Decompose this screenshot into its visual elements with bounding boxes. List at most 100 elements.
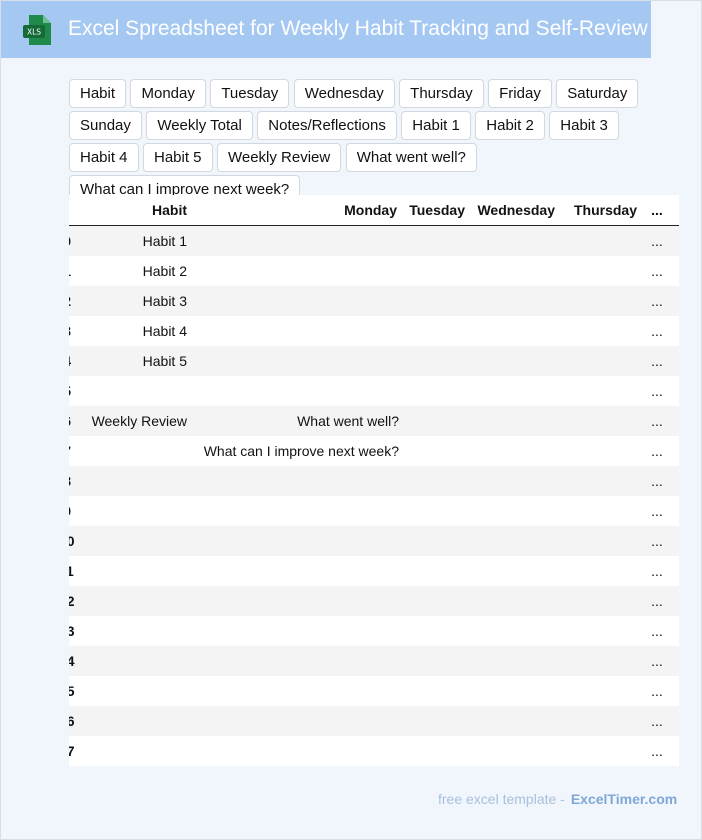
table-cell[interactable] (403, 316, 471, 346)
table-cell[interactable] (403, 616, 471, 646)
table-cell[interactable] (403, 526, 471, 556)
table-cell[interactable] (561, 316, 643, 346)
table-cell[interactable] (73, 376, 193, 406)
table-cell[interactable] (193, 256, 403, 286)
table-cell[interactable] (193, 376, 403, 406)
table-cell[interactable]: ... (643, 496, 671, 526)
table-cell[interactable] (73, 496, 193, 526)
table-cell[interactable] (561, 286, 643, 316)
table-cell[interactable] (471, 706, 561, 736)
table-cell[interactable] (561, 526, 643, 556)
table-cell[interactable] (561, 676, 643, 706)
table-cell[interactable] (471, 316, 561, 346)
table-cell[interactable] (671, 526, 679, 556)
table-cell[interactable] (73, 436, 193, 466)
table-cell[interactable] (193, 676, 403, 706)
column-chip[interactable]: What went well? (345, 143, 477, 172)
column-chip[interactable]: Weekly Total (146, 111, 253, 140)
table-cell[interactable] (471, 646, 561, 676)
table-cell[interactable]: ... (643, 406, 671, 436)
table-cell[interactable] (671, 646, 679, 676)
table-cell[interactable] (403, 736, 471, 766)
table-cell[interactable] (471, 436, 561, 466)
table-cell[interactable] (671, 316, 679, 346)
table-cell[interactable] (471, 556, 561, 586)
column-chip[interactable]: Habit 1 (401, 111, 471, 140)
table-cell[interactable] (561, 256, 643, 286)
table-cell[interactable] (471, 466, 561, 496)
table-cell[interactable] (561, 346, 643, 376)
column-chip[interactable]: Saturday (556, 79, 639, 108)
table-cell[interactable] (671, 225, 679, 256)
table-cell[interactable] (73, 736, 193, 766)
column-chip[interactable]: Sunday (69, 111, 142, 140)
table-cell[interactable] (471, 586, 561, 616)
table-cell[interactable] (561, 646, 643, 676)
table-cell[interactable]: ... (643, 346, 671, 376)
table-cell[interactable] (73, 526, 193, 556)
table-cell[interactable] (471, 736, 561, 766)
table-cell[interactable] (561, 586, 643, 616)
table-cell[interactable] (561, 436, 643, 466)
column-chip[interactable]: Monday (130, 79, 206, 108)
table-cell[interactable] (193, 526, 403, 556)
table-cell[interactable] (471, 286, 561, 316)
table-cell[interactable] (561, 556, 643, 586)
table-cell[interactable] (403, 496, 471, 526)
table-cell[interactable] (671, 616, 679, 646)
table-cell[interactable]: ... (643, 586, 671, 616)
table-cell[interactable] (403, 376, 471, 406)
table-cell[interactable] (471, 496, 561, 526)
footer-brand-link[interactable]: ExcelTimer.com (571, 791, 677, 807)
table-cell[interactable] (193, 646, 403, 676)
table-cell[interactable] (671, 736, 679, 766)
table-cell[interactable]: Habit 4 (73, 316, 193, 346)
table-cell[interactable] (403, 556, 471, 586)
table-cell[interactable] (561, 466, 643, 496)
table-cell[interactable] (471, 676, 561, 706)
column-chip[interactable]: Habit 2 (475, 111, 545, 140)
table-cell[interactable] (403, 406, 471, 436)
table-cell[interactable]: Habit 2 (73, 256, 193, 286)
table-cell[interactable] (403, 646, 471, 676)
table-cell[interactable] (471, 256, 561, 286)
table-cell[interactable] (671, 286, 679, 316)
table-cell[interactable]: ... (643, 616, 671, 646)
table-cell[interactable] (671, 556, 679, 586)
table-cell[interactable] (193, 466, 403, 496)
table-cell[interactable]: What went well? (193, 406, 403, 436)
table-cell[interactable] (471, 526, 561, 556)
table-cell[interactable]: Weekly Review (73, 406, 193, 436)
column-chip[interactable]: Wednesday (293, 79, 395, 108)
table-cell[interactable]: ... (643, 526, 671, 556)
table-cell[interactable] (671, 676, 679, 706)
table-cell[interactable] (193, 346, 403, 376)
table-cell[interactable]: ... (643, 556, 671, 586)
table-cell[interactable] (561, 706, 643, 736)
table-cell[interactable]: Habit 3 (73, 286, 193, 316)
table-cell[interactable]: What can I improve next week? (193, 436, 403, 466)
column-chip[interactable]: Habit 4 (69, 143, 139, 172)
table-cell[interactable] (671, 496, 679, 526)
column-chip[interactable]: Weekly Review (216, 143, 342, 172)
table-cell[interactable] (671, 586, 679, 616)
table-cell[interactable] (671, 406, 679, 436)
table-cell[interactable]: ... (643, 736, 671, 766)
table-cell[interactable] (193, 316, 403, 346)
table-cell[interactable] (671, 376, 679, 406)
table-cell[interactable] (671, 346, 679, 376)
table-cell[interactable] (403, 586, 471, 616)
table-cell[interactable] (471, 346, 561, 376)
table-cell[interactable] (73, 646, 193, 676)
table-cell[interactable] (403, 256, 471, 286)
table-cell[interactable] (471, 406, 561, 436)
column-chip[interactable]: Notes/Reflections (257, 111, 397, 140)
table-cell[interactable] (193, 286, 403, 316)
table-cell[interactable]: ... (643, 286, 671, 316)
table-cell[interactable] (561, 616, 643, 646)
table-cell[interactable]: ... (643, 646, 671, 676)
table-cell[interactable] (73, 586, 193, 616)
table-cell[interactable] (193, 556, 403, 586)
table-cell[interactable] (403, 346, 471, 376)
table-cell[interactable] (403, 436, 471, 466)
